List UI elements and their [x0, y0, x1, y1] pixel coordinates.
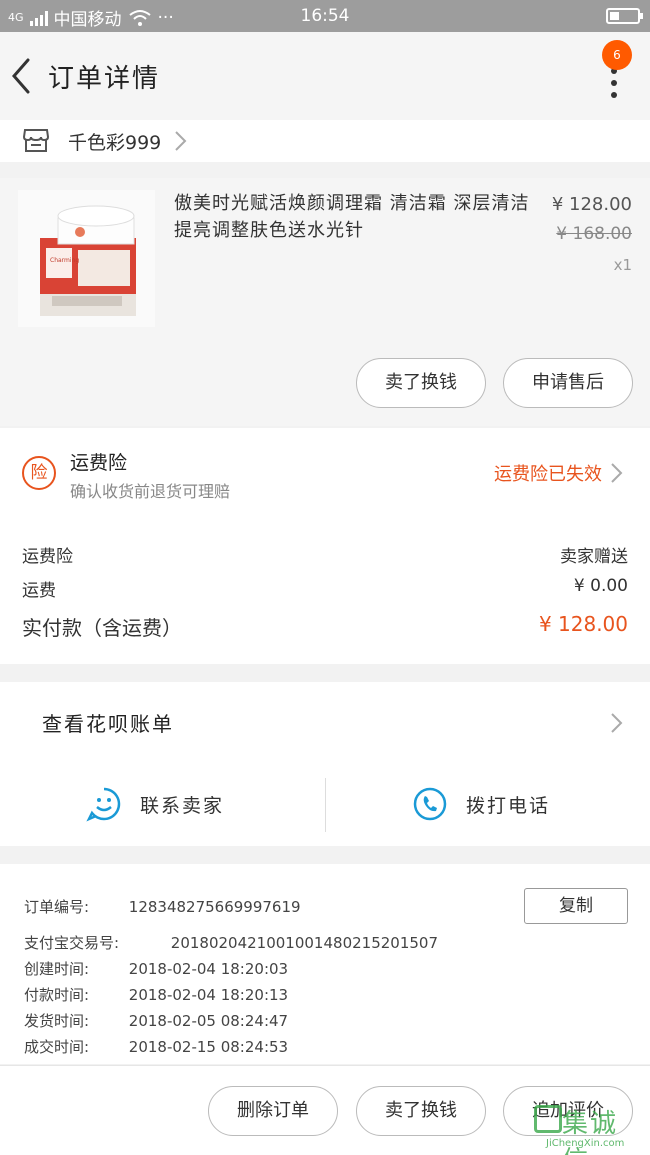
completed-time-line: 成交时间: 2018-02-15 08:24:53 — [24, 1036, 288, 1057]
call-phone-button[interactable]: 拨打电话 — [412, 786, 550, 822]
insurance-title: 运费险 — [70, 452, 128, 474]
bill-section: 查看花呗账单 联系卖家 拨打电话 — [0, 682, 650, 846]
chevron-right-icon[interactable] — [610, 462, 624, 484]
view-bill-link[interactable]: 查看花呗账单 — [42, 708, 174, 737]
detail-value: 2018020421001001480215201507 — [170, 934, 438, 952]
order-summary: 险 运费险 确认收货前退货可理赔 运费险已失效 运费险 卖家赠送 运费 ¥ 0.… — [0, 428, 650, 664]
back-arrow-icon[interactable] — [8, 56, 38, 96]
svg-text:Charming: Charming — [50, 257, 79, 264]
detail-value: 2018-02-04 18:20:13 — [128, 986, 289, 1004]
detail-value: 2018-02-15 08:24:53 — [128, 1038, 289, 1056]
total-value: ¥ 128.00 — [538, 612, 628, 636]
contact-seller-label: 联系卖家 — [140, 794, 225, 817]
insurance-subtitle: 确认收货前退货可理赔 — [70, 482, 231, 501]
shop-icon — [22, 129, 50, 152]
detail-key: 成交时间: — [24, 1038, 90, 1056]
summary-value: ¥ 0.00 — [573, 576, 628, 596]
nav-bar: 订单详情 6 — [0, 32, 650, 120]
page-title: 订单详情 — [48, 64, 161, 94]
total-row: 实付款（含运费） ¥ 128.00 — [22, 612, 628, 641]
summary-row: 运费 ¥ 0.00 — [22, 576, 628, 601]
status-time: 16:54 — [300, 6, 350, 26]
product-image[interactable]: Charming — [18, 190, 155, 327]
detail-value: 128348275669997619 — [128, 898, 301, 916]
shop-name: 千色彩999 — [68, 132, 162, 154]
after-sale-button[interactable]: 申请售后 — [503, 358, 633, 408]
status-bar: 4G 中国移动 ··· 16:54 — [0, 0, 650, 32]
detail-key: 发货时间: — [24, 1012, 90, 1030]
product-price: ¥ 128.00 — [551, 194, 632, 215]
call-phone-label: 拨打电话 — [466, 794, 551, 817]
paid-time-line: 付款时间: 2018-02-04 18:20:13 — [24, 984, 288, 1005]
contact-seller-button[interactable]: 联系卖家 — [86, 786, 224, 822]
more-menu-icon[interactable] — [608, 68, 620, 98]
shipped-time-line: 发货时间: 2018-02-05 08:24:47 — [24, 1010, 288, 1031]
product-item[interactable]: Charming 傲美时光赋活焕颜调理霜 清洁霜 深层清洁提亮调整肤色送水光针 … — [0, 178, 650, 426]
divider — [325, 778, 326, 832]
detail-key: 订单编号: — [24, 898, 90, 916]
watermark-url: JiChengXin.com — [546, 1138, 625, 1149]
shop-row[interactable]: 千色彩999 — [0, 120, 650, 162]
chevron-right-icon[interactable] — [610, 712, 624, 734]
quantity: x1 — [613, 256, 632, 274]
order-details: 订单编号: 128348275669997619 复制 支付宝交易号: 2018… — [0, 864, 650, 1064]
sell-button[interactable]: 卖了换钱 — [356, 1086, 486, 1136]
delete-order-button[interactable]: 删除订单 — [208, 1086, 338, 1136]
product-photo: Charming — [18, 190, 155, 327]
chat-smile-icon — [86, 787, 121, 822]
alipay-trade-line: 支付宝交易号: 2018020421001001480215201507 — [24, 932, 438, 953]
battery-icon — [606, 8, 643, 24]
watermark-logo: 集诚信 JiChengXin.com — [534, 1099, 644, 1155]
product-name[interactable]: 傲美时光赋活焕颜调理霜 清洁霜 深层清洁提亮调整肤色送水光针 — [174, 190, 544, 244]
order-number-line: 订单编号: 128348275669997619 — [24, 896, 301, 917]
message-badge: 6 — [602, 40, 632, 70]
created-time-line: 创建时间: 2018-02-04 18:20:03 — [24, 958, 288, 979]
detail-value: 2018-02-04 18:20:03 — [128, 960, 289, 978]
insurance-status[interactable]: 运费险已失效 — [494, 460, 602, 486]
insurance-icon: 险 — [22, 456, 56, 490]
total-label: 实付款（含运费） — [22, 616, 182, 640]
summary-row: 运费险 卖家赠送 — [22, 542, 628, 567]
phone-icon — [413, 787, 447, 821]
sell-button[interactable]: 卖了换钱 — [356, 358, 486, 408]
summary-value: 卖家赠送 — [560, 547, 628, 567]
summary-label: 运费险 — [22, 547, 73, 567]
copy-button[interactable]: 复制 — [524, 888, 628, 924]
detail-key: 付款时间: — [24, 986, 90, 1004]
watermark-mark — [534, 1105, 562, 1133]
detail-value: 2018-02-05 08:24:47 — [128, 1012, 289, 1030]
summary-label: 运费 — [22, 581, 56, 601]
original-price: ¥ 168.00 — [556, 224, 632, 244]
detail-key: 支付宝交易号: — [24, 934, 120, 952]
chevron-right-icon — [175, 131, 187, 151]
detail-key: 创建时间: — [24, 960, 90, 978]
